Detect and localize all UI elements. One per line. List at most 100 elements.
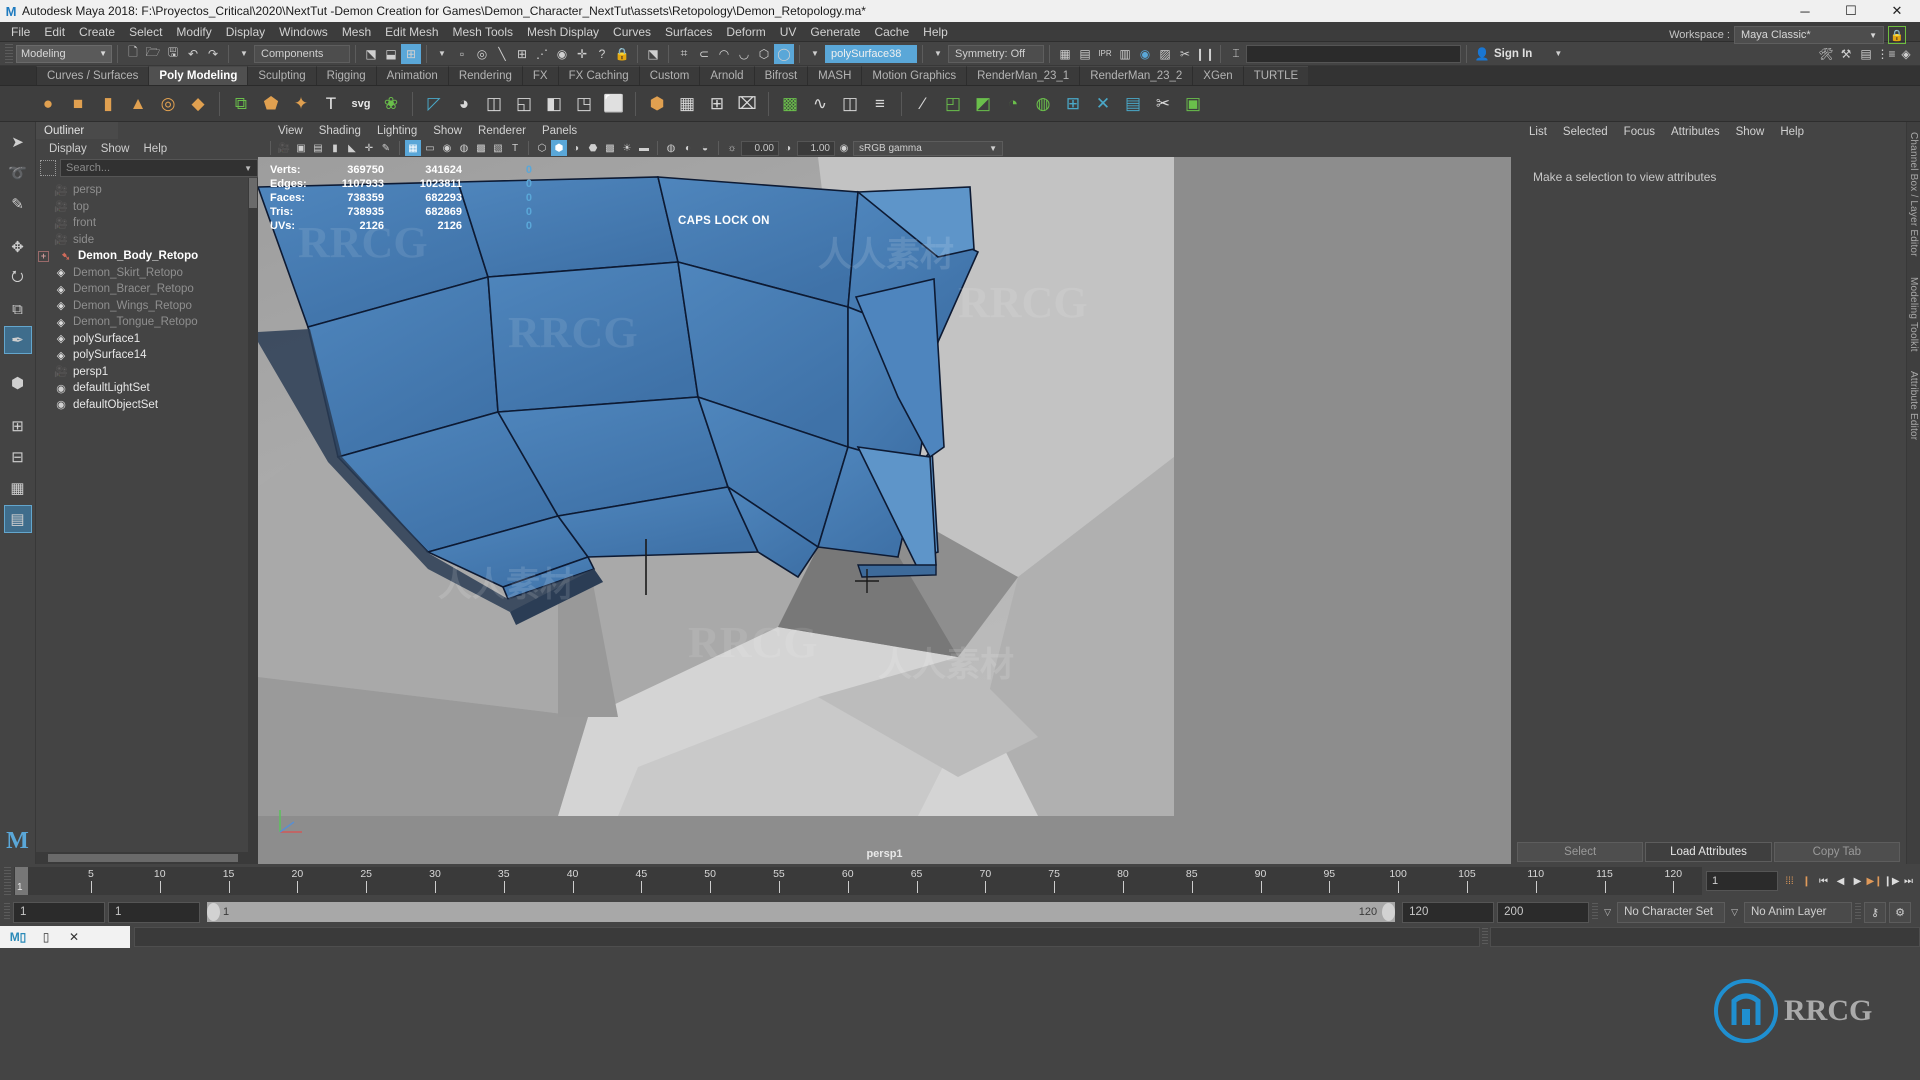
shelf-tab-xgen[interactable]: XGen (1192, 66, 1243, 85)
scrollbar-thumb[interactable] (48, 854, 238, 862)
ipr-render-icon[interactable]: IPR (1095, 44, 1115, 64)
move-tool[interactable]: ✥ (4, 233, 32, 261)
shelf-tab-motion-graphics[interactable]: Motion Graphics (861, 66, 967, 85)
wireframe-icon[interactable]: ▦ (405, 140, 421, 156)
viewport-menu-shading[interactable]: Shading (311, 125, 369, 137)
circle-icon[interactable]: ◎ (472, 44, 492, 64)
rotate-tool[interactable]: ⭮ (4, 264, 32, 292)
render-settings-icon[interactable]: ▥ (1115, 44, 1135, 64)
expand-toggle[interactable]: + (38, 250, 49, 262)
select-component-icon[interactable]: ⊞ (401, 43, 421, 64)
curve-point-icon[interactable]: ⋰ (532, 44, 552, 64)
uv-planar-icon[interactable]: ◩ (969, 89, 997, 119)
outliner-item-defaultlightset[interactable]: ◉ defaultLightSet (36, 380, 258, 397)
ae-button-load-attributes[interactable]: Load Attributes (1645, 842, 1772, 862)
render-current-frame-icon[interactable]: ▦ (1055, 44, 1075, 64)
outliner-vertical-scrollbar[interactable] (248, 178, 258, 852)
character-set-chevron-icon[interactable]: ▽ (1601, 907, 1614, 918)
question-icon[interactable]: ? (592, 44, 612, 64)
lock-icon[interactable]: 🔒 (612, 44, 632, 64)
uv-unfold-icon[interactable]: ✕ (1089, 89, 1117, 119)
viewport-menu-renderer[interactable]: Renderer (470, 125, 534, 137)
range-end-field[interactable]: 120 (1402, 901, 1495, 923)
poly-text-icon[interactable]: T (317, 89, 345, 119)
camera-lock-icon[interactable]: ▣ (293, 140, 309, 156)
viewport-menu-view[interactable]: View (270, 125, 311, 137)
menu-item-surfaces[interactable]: Surfaces (658, 23, 719, 41)
shelf-tab-turtle[interactable]: TURTLE (1242, 66, 1309, 85)
outliner-item-demon-body-retopo[interactable]: + ➷ Demon_Body_Retopo (36, 248, 258, 265)
two-d-pan-zoom-icon[interactable]: ✛ (361, 140, 377, 156)
bookmark-icon[interactable]: ▮ (327, 140, 343, 156)
uv-editor-icon[interactable]: ◰ (939, 89, 967, 119)
select-tool[interactable]: ➤ (4, 128, 32, 156)
poly-offset-loop-icon[interactable]: ≡ (866, 89, 894, 119)
xray-active-components-icon[interactable]: ◑ (568, 140, 584, 156)
layout-two-pane-tool[interactable]: ⊟ (4, 443, 32, 471)
menu-item-uv[interactable]: UV (773, 23, 804, 41)
outliner-item-demon-tongue-retopo[interactable]: ◈ Demon_Tongue_Retopo (36, 314, 258, 331)
close-button[interactable]: ✕ (1874, 0, 1920, 22)
snap-view-plane-icon[interactable]: ⬡ (754, 44, 774, 64)
go-to-end-icon[interactable]: ⏭ (1901, 873, 1916, 889)
shelf-tab-arnold[interactable]: Arnold (699, 66, 754, 85)
ae-menu-selected[interactable]: Selected (1555, 125, 1616, 139)
snap-grid-icon[interactable]: ⌗ (674, 44, 694, 64)
poly-sphere-icon[interactable]: ● (34, 89, 62, 119)
component-mask-chevron-icon[interactable]: ▼ (432, 44, 452, 64)
uv-cylindrical-icon[interactable]: ◔ (999, 89, 1027, 119)
menu-item-curves[interactable]: Curves (606, 23, 658, 41)
ae-menu-show[interactable]: Show (1728, 125, 1773, 139)
outliner-item-top[interactable]: 🎥 top (36, 199, 258, 216)
script-editor-tab-icon[interactable]: ▯ (34, 927, 58, 947)
time-slider-cursor[interactable]: 1 (15, 867, 28, 895)
gamma-value[interactable]: 1.00 (797, 140, 835, 156)
animation-start-field[interactable]: 1 (13, 901, 105, 923)
poly-boolean-icon[interactable]: ⬜ (600, 89, 628, 119)
minimize-button[interactable]: ─ (1782, 0, 1828, 22)
scale-tool[interactable]: ⧉ (4, 295, 32, 323)
plus-icon[interactable]: ✛ (572, 44, 592, 64)
uv-cut-icon[interactable]: ✂ (1149, 89, 1177, 119)
view-cube-tool[interactable]: ⬢ (4, 369, 32, 397)
selected-object-field[interactable]: polySurface38 (825, 44, 917, 63)
command-input-field[interactable] (134, 927, 1480, 947)
layout-four-pane-tool[interactable]: ▦ (4, 474, 32, 502)
redo-icon[interactable]: ↷ (203, 44, 223, 64)
command-line-grip[interactable] (1482, 928, 1488, 946)
exposure-value[interactable]: 0.00 (741, 140, 779, 156)
xray-joints-icon[interactable]: ⬢ (551, 140, 567, 156)
poly-wedge-icon[interactable]: ◧ (540, 89, 568, 119)
scrollbar-thumb[interactable] (249, 178, 257, 208)
menu-item-mesh-display[interactable]: Mesh Display (520, 23, 606, 41)
menu-item-file[interactable]: File (4, 23, 37, 41)
ae-menu-focus[interactable]: Focus (1616, 125, 1663, 139)
color-management-icon[interactable]: ◉ (836, 140, 852, 156)
depth-peeling-icon[interactable]: ◐ (680, 140, 696, 156)
selection-mode-chevron-icon[interactable]: ▼ (234, 44, 254, 64)
menu-item-mesh[interactable]: Mesh (335, 23, 378, 41)
side-tab-channel-box-layer-editor[interactable]: Channel Box / Layer Editor (1908, 122, 1919, 267)
select-object-icon[interactable]: ⬓ (381, 44, 401, 64)
symmetry-chevron-icon[interactable]: ▼ (928, 44, 948, 64)
shelf-tab-custom[interactable]: Custom (638, 66, 700, 85)
clear-tab-icon[interactable]: ✕ (62, 927, 86, 947)
lasso-tool[interactable]: ➰ (4, 159, 32, 187)
statusline-grip[interactable] (5, 43, 13, 64)
uv-automatic-icon[interactable]: ⊞ (1059, 89, 1087, 119)
numeric-input-mode-icon[interactable]: ⌶ (1226, 44, 1246, 64)
ae-menu-list[interactable]: List (1521, 125, 1555, 139)
outliner-item-polysurface1[interactable]: ◈ polySurface1 (36, 331, 258, 348)
outliner-menu-show[interactable]: Show (94, 142, 137, 156)
uv-spherical-icon[interactable]: ◍ (1029, 89, 1057, 119)
layout-persp-outliner-tool[interactable]: ▤ (3, 505, 32, 533)
menu-item-cache[interactable]: Cache (867, 23, 916, 41)
texture-icon[interactable]: ▧ (490, 140, 506, 156)
side-tab-modeling-toolkit[interactable]: Modeling Toolkit (1908, 267, 1919, 362)
menu-set-selector[interactable]: Modeling ▼ (16, 44, 112, 63)
poly-mirror-icon[interactable]: ◳ (570, 89, 598, 119)
tool-settings-icon[interactable]: ⚒ (1836, 44, 1856, 64)
render-setup-icon[interactable]: ▨ (1155, 44, 1175, 64)
motion-blur-icon[interactable]: ▬ (636, 140, 652, 156)
lock-workspace-icon[interactable]: 🔒 (1888, 26, 1906, 44)
